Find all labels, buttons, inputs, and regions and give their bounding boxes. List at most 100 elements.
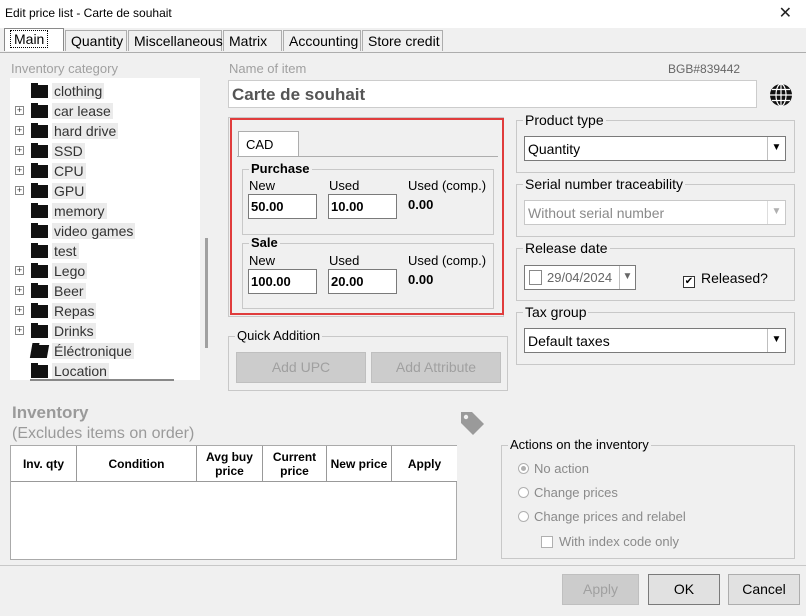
tree-item[interactable]: + hard drive	[10, 121, 200, 141]
tree-item[interactable]: + Drinks	[10, 321, 200, 341]
tree-vertical-scrollbar[interactable]	[205, 238, 208, 348]
actions-label: Actions on the inventory	[508, 437, 651, 452]
item-name-input[interactable]: Carte de souhait	[228, 80, 757, 108]
tree-item[interactable]: + car lease	[10, 101, 200, 121]
sale-used-input[interactable]: 20.00	[328, 269, 397, 294]
col-current-price[interactable]: Current price	[263, 446, 327, 482]
folder-icon	[31, 303, 48, 318]
tab-quantity[interactable]: Quantity	[65, 30, 127, 51]
serial-select[interactable]: Without serial number ▼	[524, 200, 786, 225]
release-date-label: Release date	[523, 240, 610, 256]
sale-used-comp-label: Used (comp.)	[408, 253, 487, 268]
tag-icon	[461, 412, 484, 435]
radio-change-prices[interactable]: Change prices	[518, 485, 618, 500]
folder-icon	[31, 263, 48, 278]
folder-icon	[31, 243, 48, 258]
tree-item[interactable]: + SSD	[10, 141, 200, 161]
product-type-select[interactable]: Quantity ▼	[524, 136, 786, 161]
purchase-new-input[interactable]: 50.00	[248, 194, 317, 219]
expand-icon[interactable]: +	[15, 266, 24, 275]
ok-button[interactable]: OK	[648, 574, 720, 605]
chevron-down-icon: ▼	[619, 266, 635, 289]
tree-item[interactable]: + Beer	[10, 281, 200, 301]
release-date-picker[interactable]: 29/04/2024 ▼	[524, 265, 636, 290]
released-checkbox-row[interactable]: ✔ Released?	[683, 270, 768, 288]
date-checkbox[interactable]	[529, 270, 542, 285]
tree-item[interactable]: test	[10, 241, 200, 261]
tree-item[interactable]: Location	[10, 361, 200, 380]
tree-item[interactable]: video games	[10, 221, 200, 241]
sale-new-input[interactable]: 100.00	[248, 269, 317, 294]
cancel-button[interactable]: Cancel	[728, 574, 800, 605]
inventory-category-label: Inventory category	[11, 61, 118, 76]
col-condition[interactable]: Condition	[77, 446, 197, 482]
tab-strip: Main Quantity Miscellaneous Matrix Accou…	[0, 28, 806, 52]
radio-icon[interactable]	[518, 487, 529, 498]
checkbox-checked-icon[interactable]: ✔	[683, 276, 695, 288]
col-new-price[interactable]: New price	[327, 446, 392, 482]
serial-label: Serial number traceability	[523, 176, 685, 192]
expand-icon[interactable]: +	[15, 286, 24, 295]
name-of-item-label: Name of item	[229, 61, 307, 76]
tree-item[interactable]: memory	[10, 201, 200, 221]
tree-item[interactable]: Éléctronique	[10, 341, 200, 361]
tax-group-select[interactable]: Default taxes ▼	[524, 328, 786, 353]
tab-matrix[interactable]: Matrix	[223, 30, 282, 51]
inventory-title: Inventory	[12, 403, 89, 422]
radio-change-prices-relabel[interactable]: Change prices and relabel	[518, 509, 686, 524]
checkbox-icon[interactable]	[541, 536, 553, 548]
add-attribute-button[interactable]: Add Attribute	[371, 352, 501, 383]
apply-button[interactable]: Apply	[562, 574, 639, 605]
item-code: BGB#839442	[668, 62, 741, 76]
chevron-down-icon: ▼	[767, 137, 785, 160]
close-icon[interactable]: ✕	[779, 3, 792, 23]
product-type-label: Product type	[523, 112, 606, 128]
expand-icon[interactable]: +	[15, 166, 24, 175]
folder-icon	[31, 103, 48, 118]
expand-icon[interactable]: +	[15, 186, 24, 195]
inventory-subtitle: (Excludes items on order)	[12, 425, 195, 442]
globe-icon[interactable]	[768, 82, 794, 108]
tree-item[interactable]: + CPU	[10, 161, 200, 181]
expand-icon[interactable]: +	[15, 306, 24, 315]
expand-icon[interactable]: +	[15, 126, 24, 135]
folder-icon	[31, 83, 48, 98]
folder-icon	[31, 283, 48, 298]
folder-icon	[31, 123, 48, 138]
purchase-used-label: Used	[329, 178, 360, 193]
tab-main[interactable]: Main	[4, 28, 64, 51]
tab-miscellaneous[interactable]: Miscellaneous	[128, 30, 223, 51]
purchase-used-input[interactable]: 10.00	[328, 194, 397, 219]
window-title: Edit price list - Carte de souhait	[5, 6, 172, 20]
sale-new-label: New	[249, 253, 276, 268]
tab-currency-cad[interactable]: CAD	[238, 131, 299, 157]
tree-item[interactable]: + GPU	[10, 181, 200, 201]
tax-group-label: Tax group	[523, 304, 589, 320]
tree-item[interactable]: clothing	[10, 81, 200, 101]
add-upc-button[interactable]: Add UPC	[236, 352, 366, 383]
col-inv-qty[interactable]: Inv. qty	[11, 446, 77, 482]
purchase-label: Purchase	[249, 161, 312, 176]
radio-no-action[interactable]: No action	[518, 461, 589, 476]
sale-used-comp-value: 0.00	[408, 272, 434, 287]
tree-horizontal-scrollbar[interactable]	[30, 379, 174, 381]
currency-tab-divider	[237, 156, 498, 157]
chevron-down-icon: ▼	[767, 201, 785, 224]
purchase-used-comp-label: Used (comp.)	[408, 178, 487, 193]
index-code-checkbox-row[interactable]: With index code only	[541, 534, 679, 549]
expand-icon[interactable]: +	[15, 146, 24, 155]
col-apply[interactable]: Apply	[392, 446, 457, 482]
expand-icon[interactable]: +	[15, 106, 24, 115]
tree-item[interactable]: + Lego	[10, 261, 200, 281]
tab-store-credit[interactable]: Store credit	[362, 30, 443, 51]
tree-item[interactable]: + Repas	[10, 301, 200, 321]
inventory-grid[interactable]: Inv. qty Condition Avg buy price Current…	[10, 445, 457, 560]
category-tree[interactable]: clothing + car lease + hard drive + SSD + CP…	[10, 78, 200, 380]
purchase-used-comp-value: 0.00	[408, 197, 434, 212]
tab-accounting[interactable]: Accounting	[283, 30, 361, 51]
radio-selected-icon[interactable]	[518, 463, 529, 474]
radio-icon[interactable]	[518, 511, 529, 522]
expand-icon[interactable]: +	[15, 326, 24, 335]
folder-icon	[31, 143, 48, 158]
col-avg-buy-price[interactable]: Avg buy price	[197, 446, 263, 482]
